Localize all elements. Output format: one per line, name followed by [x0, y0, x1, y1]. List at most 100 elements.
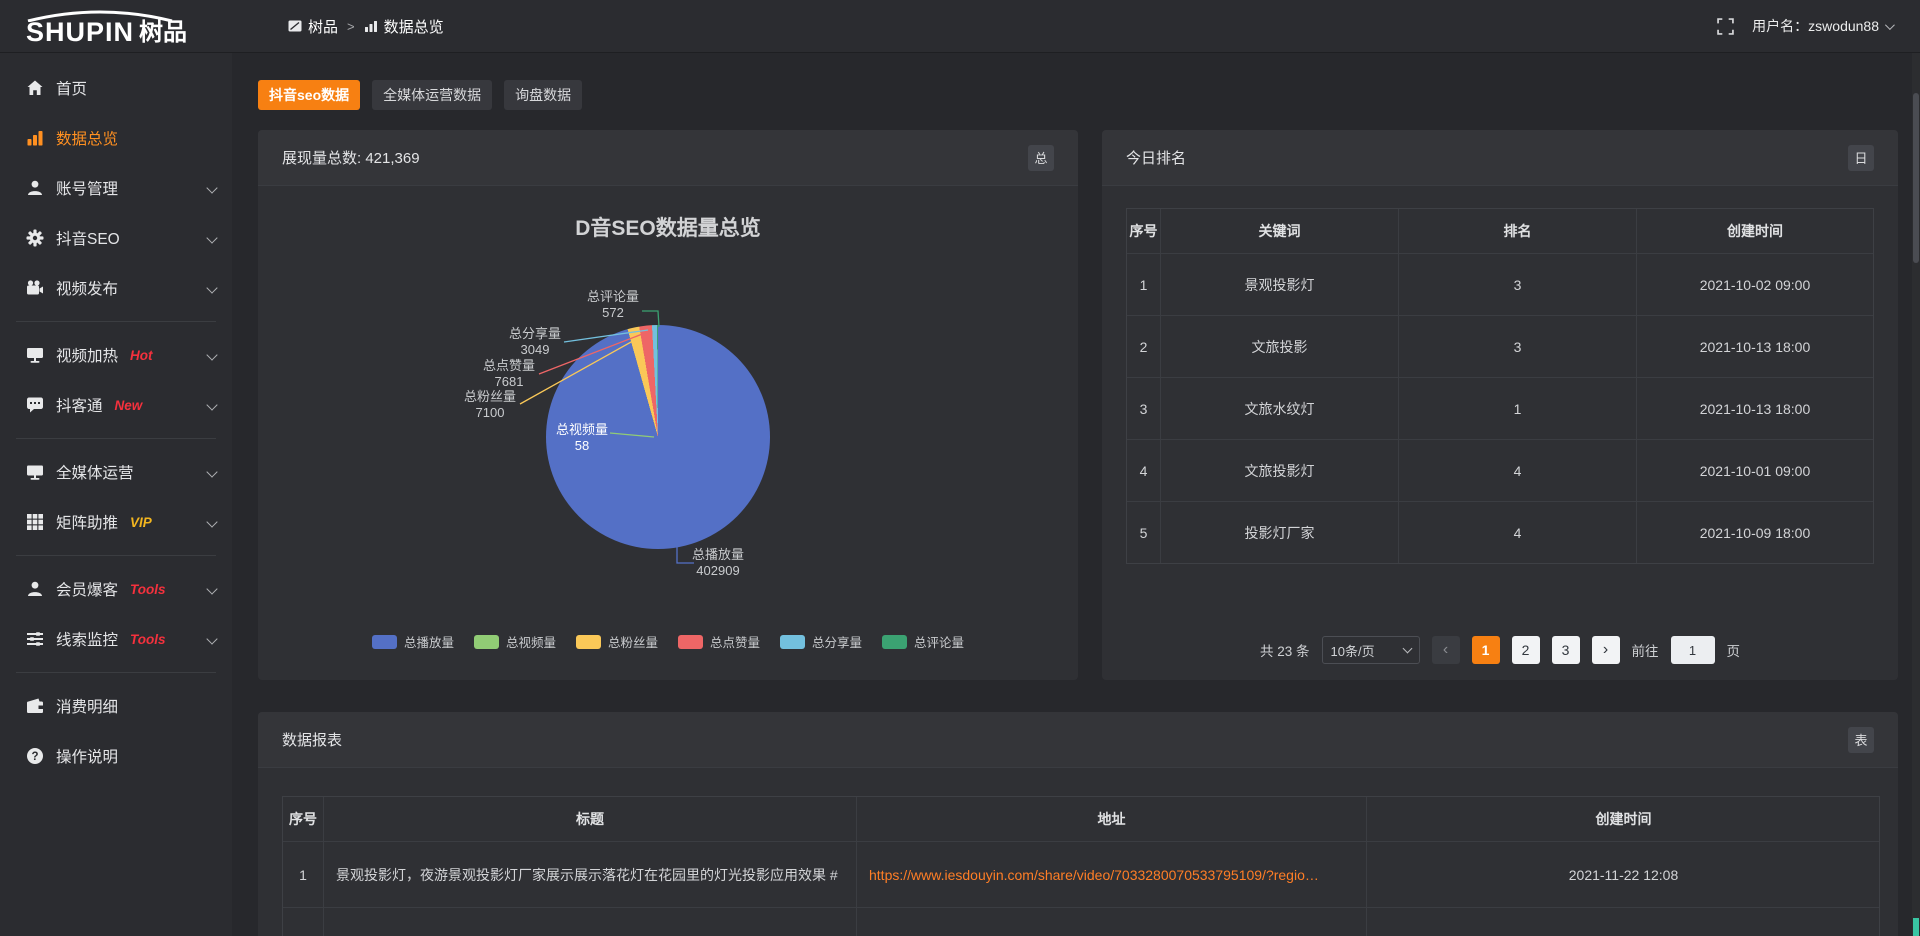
sidebar-item-account[interactable]: 账号管理 — [0, 163, 232, 213]
legend-item-shares[interactable]: 总分享量 — [780, 632, 862, 651]
logo-text-cn: 树品 — [139, 20, 187, 45]
wallet-icon — [26, 697, 44, 715]
table-row-partial — [283, 907, 1879, 936]
legend-item-plays[interactable]: 总播放量 — [372, 632, 454, 651]
sidebar-item-data-overview[interactable]: 数据总览 — [0, 113, 232, 163]
total-mode-button[interactable]: 总 — [1028, 145, 1054, 171]
day-mode-button[interactable]: 日 — [1848, 145, 1874, 171]
header-right: 用户名：zswodun88 — [1717, 16, 1892, 36]
logo-arc-icon — [24, 9, 176, 22]
video-title-cell: 景观投影灯，夜游景观投影灯厂家展示展示落花灯在花园里的灯光投影应用效果 # — [323, 842, 856, 907]
sidebar-item-omnimedia[interactable]: 全媒体运营 — [0, 447, 232, 497]
breadcrumb-current[interactable]: 数据总览 — [364, 16, 444, 37]
ranking-panel-header: 今日排名 日 — [1102, 130, 1898, 186]
table-row: 1 景观投影灯 3 2021-10-02 09:00 — [1127, 253, 1873, 315]
table-row: 4 文旅投影灯 4 2021-10-01 09:00 — [1127, 439, 1873, 501]
sidebar-divider — [16, 321, 216, 322]
page-button-2[interactable]: 2 — [1512, 636, 1540, 664]
sidebar-item-member-leads[interactable]: 会员爆客 Tools — [0, 564, 232, 614]
breadcrumb-separator: > — [347, 19, 355, 34]
sidebar-item-video-publish[interactable]: 视频发布 — [0, 263, 232, 313]
sidebar-item-help[interactable]: ? 操作说明 — [0, 731, 232, 781]
chevron-down-icon — [206, 399, 217, 410]
total-count-label: 共 23 条 — [1260, 640, 1310, 660]
today-ranking-panel: 今日排名 日 序号 关键词 排名 创建时间 1 景观投影灯 3 2021-10- — [1102, 130, 1898, 680]
video-url-link[interactable]: https://www.iesdouyin.com/share/video/70… — [869, 867, 1319, 883]
sidebar-item-label: 首页 — [56, 77, 87, 99]
breadcrumb: 树品 > 数据总览 — [288, 16, 444, 37]
chevron-down-icon — [206, 349, 217, 360]
column-header: 创建时间 — [1366, 797, 1880, 841]
table-row: 5 投影灯厂家 4 2021-10-09 18:00 — [1127, 501, 1873, 563]
overview-panel: 展现量总数: 421,369 总 D音SEO数据量总览 总评论量572 — [258, 130, 1078, 680]
fullscreen-icon[interactable] — [1717, 18, 1734, 35]
chevron-down-icon — [206, 282, 217, 293]
main-content: 抖音seo数据 全媒体运营数据 询盘数据 展现量总数: 421,369 总 D音… — [232, 53, 1920, 936]
goto-page-input[interactable] — [1671, 636, 1715, 664]
prev-page-button[interactable]: ‹ — [1432, 636, 1460, 664]
video-camera-icon — [26, 279, 44, 297]
sidebar-nav: 首页 数据总览 账号管理 抖音SEO 视频发布 视频加热 Hot — [0, 53, 232, 936]
username-label: 用户名：zswodun88 — [1752, 16, 1879, 36]
sidebar-item-label: 矩阵助推 — [56, 511, 118, 533]
page-button-3[interactable]: 3 — [1552, 636, 1580, 664]
sidebar-item-label: 操作说明 — [56, 745, 118, 767]
sidebar-item-label: 消费明细 — [56, 695, 118, 717]
pie-label-shares: 总分享量3049 — [470, 326, 600, 358]
column-header: 排名 — [1398, 209, 1636, 253]
sidebar-item-spend-detail[interactable]: 消费明细 — [0, 681, 232, 731]
pie-label-fans: 总粉丝量7100 — [425, 389, 555, 421]
screen-play-icon — [26, 346, 44, 364]
tab-omnimedia-data[interactable]: 全媒体运营数据 — [372, 80, 492, 110]
legend-item-comments[interactable]: 总评论量 — [882, 632, 964, 651]
legend-item-fans[interactable]: 总粉丝量 — [576, 632, 658, 651]
legend-item-likes[interactable]: 总点赞量 — [678, 632, 760, 651]
tab-douyin-seo-data[interactable]: 抖音seo数据 — [258, 80, 360, 110]
user-icon — [26, 580, 44, 598]
data-report-panel: 数据报表 表 序号 标题 地址 创建时间 1 景观投影灯，夜游景观投影灯厂家展示… — [258, 712, 1898, 936]
chevron-down-icon — [206, 466, 217, 477]
sidebar-item-video-heat[interactable]: 视频加热 Hot — [0, 330, 232, 380]
table-row: 2 文旅投影 3 2021-10-13 18:00 — [1127, 315, 1873, 377]
pie-label-plays: 总播放量402909 — [653, 547, 783, 579]
ranking-panel-title: 今日排名 — [1126, 147, 1186, 168]
page-scrollbar[interactable] — [1912, 53, 1920, 936]
sidebar-item-douketong[interactable]: 抖客通 New — [0, 380, 232, 430]
overview-panel-header: 展现量总数: 421,369 总 — [258, 130, 1078, 186]
column-header: 创建时间 — [1636, 209, 1873, 253]
goto-label: 前往 — [1632, 640, 1659, 660]
table-row: 3 文旅水纹灯 1 2021-10-13 18:00 — [1127, 377, 1873, 439]
chevron-down-icon — [1402, 644, 1412, 654]
sidebar-item-label: 线索监控 — [56, 628, 118, 650]
sidebar-item-label: 抖客通 — [56, 394, 103, 416]
chevron-down-icon — [206, 232, 217, 243]
column-header: 标题 — [323, 797, 856, 841]
next-page-button[interactable]: › — [1592, 636, 1620, 664]
report-table: 序号 标题 地址 创建时间 1 景观投影灯，夜游景观投影灯厂家展示展示落花灯在花… — [282, 796, 1880, 936]
legend-swatch — [474, 635, 499, 649]
question-circle-icon: ? — [26, 747, 44, 765]
sidebar-item-douyin-seo[interactable]: 抖音SEO — [0, 213, 232, 263]
tab-inquiry-data[interactable]: 询盘数据 — [504, 80, 582, 110]
monitor-icon — [26, 463, 44, 481]
hot-badge: Hot — [130, 348, 153, 363]
legend-item-videos[interactable]: 总视频量 — [474, 632, 556, 651]
breadcrumb-root[interactable]: 树品 — [288, 16, 338, 37]
legend-swatch — [882, 635, 907, 649]
sidebar-divider — [16, 438, 216, 439]
page-size-select[interactable]: 10条/页 — [1322, 636, 1420, 664]
user-menu[interactable]: 用户名：zswodun88 — [1752, 16, 1892, 36]
app-logo[interactable]: SHUPIN 树品 — [0, 7, 232, 46]
table-mode-button[interactable]: 表 — [1848, 727, 1874, 753]
sidebar-item-matrix-boost[interactable]: 矩阵助推 VIP — [0, 497, 232, 547]
table-header-row: 序号 关键词 排名 创建时间 — [1127, 209, 1873, 253]
pie-label-comments: 总评论量572 — [548, 289, 678, 321]
page-button-1[interactable]: 1 — [1472, 636, 1500, 664]
sidebar-item-home[interactable]: 首页 — [0, 63, 232, 113]
tools-badge: Tools — [130, 582, 166, 597]
scrollbar-thumb[interactable] — [1913, 93, 1919, 263]
scrollbar-indicator — [1913, 918, 1919, 936]
chart-title: D音SEO数据量总览 — [258, 212, 1078, 242]
sidebar-item-clue-monitor[interactable]: 线索监控 Tools — [0, 614, 232, 664]
goto-suffix-label: 页 — [1727, 640, 1741, 660]
